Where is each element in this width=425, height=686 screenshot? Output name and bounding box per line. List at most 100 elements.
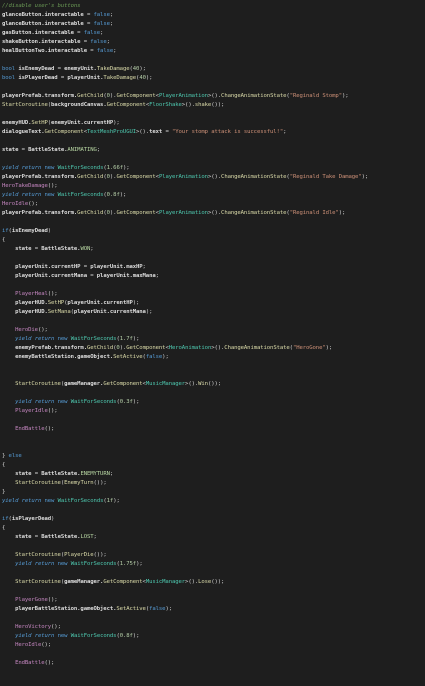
code-line[interactable]: //disable user's buttons: [0, 2, 425, 11]
code-token: SetMana: [47, 309, 71, 315]
code-line[interactable]: [0, 389, 425, 398]
code-line[interactable]: playerBattleStation.gameObject.SetActive…: [0, 605, 425, 614]
code-line[interactable]: [0, 443, 425, 452]
code-line[interactable]: HeroTakeDamage();: [0, 182, 425, 191]
code-line[interactable]: healButtonTwo.interactable = false;: [0, 47, 425, 56]
code-editor[interactable]: //disable user's buttons glanceButton.int…: [0, 0, 425, 686]
code-token: SetHP: [31, 120, 48, 126]
code-line[interactable]: StartCoroutine(EnemyTurn());: [0, 479, 425, 488]
code-line[interactable]: PlayerHeal();: [0, 290, 425, 299]
code-line[interactable]: [0, 614, 425, 623]
code-line[interactable]: [0, 650, 425, 659]
code-line[interactable]: state = BattleState.ENEMYTURN;: [0, 470, 425, 479]
code-line[interactable]: HeroDie();: [0, 326, 425, 335]
code-line[interactable]: playerPrefab.transform.GetChild(0).GetCo…: [0, 173, 425, 182]
code-token: ): [51, 516, 55, 522]
code-line[interactable]: glanceButton.interactable = false;: [0, 11, 425, 20]
code-line[interactable]: enemyBattleStation.gameObject.SetActive(…: [0, 353, 425, 362]
code-line[interactable]: [0, 434, 425, 443]
code-line[interactable]: StartCoroutine(gameManager.GetComponent<…: [0, 380, 425, 389]
code-line[interactable]: [0, 83, 425, 92]
code-line[interactable]: [0, 587, 425, 596]
code-line[interactable]: StartCoroutine(PlayerDie());: [0, 551, 425, 560]
code-line[interactable]: [0, 362, 425, 371]
code-line[interactable]: glanceButton.interactable = false;: [0, 20, 425, 29]
code-line[interactable]: [0, 218, 425, 227]
code-token: ChangeAnimationState: [221, 93, 287, 99]
code-token: 1.75f: [119, 561, 137, 567]
code-line[interactable]: yield return new WaitForSeconds(1.7f);: [0, 335, 425, 344]
code-token: FloorShake: [149, 102, 182, 108]
code-token: SetHP: [47, 300, 65, 306]
code-line[interactable]: EndBattle();: [0, 425, 425, 434]
code-line[interactable]: [0, 110, 425, 119]
code-line[interactable]: [0, 137, 425, 146]
code-token: new: [44, 498, 55, 504]
code-line[interactable]: } else: [0, 452, 425, 461]
code-line[interactable]: [0, 281, 425, 290]
code-line[interactable]: PlayerIdle();: [0, 407, 425, 416]
code-token: );: [165, 606, 172, 612]
code-token: WON: [80, 246, 91, 252]
code-token: TextMeshProUGUI: [86, 129, 137, 135]
code-token: ;: [283, 129, 287, 135]
code-line[interactable]: playerUnit.currentMana = playerUnit.maxM…: [0, 272, 425, 281]
code-line[interactable]: [0, 416, 425, 425]
code-token: false: [96, 48, 114, 54]
code-token: return: [21, 498, 42, 504]
code-line[interactable]: {: [0, 461, 425, 470]
code-line[interactable]: yield return new WaitForSeconds(1.75f);: [0, 560, 425, 569]
code-line[interactable]: yield return new WaitForSeconds(0.8f);: [0, 632, 425, 641]
code-line[interactable]: playerPrefab.transform.GetChild(0).GetCo…: [0, 209, 425, 218]
code-line[interactable]: [0, 155, 425, 164]
code-line[interactable]: HeroIdle();: [0, 200, 425, 209]
code-line[interactable]: if(isEnemyDead): [0, 227, 425, 236]
code-line[interactable]: bool isEnemyDead = enemyUnit.TakeDamage(…: [0, 65, 425, 74]
code-line[interactable]: yield return new WaitForSeconds(0.3f);: [0, 398, 425, 407]
code-token: =: [86, 273, 97, 279]
code-line[interactable]: playerHUD.SetMana(playerUnit.currentMana…: [0, 308, 425, 317]
code-line[interactable]: StartCoroutine(gameManager.GetComponent<…: [0, 578, 425, 587]
code-line[interactable]: gasButton.interactable = false;: [0, 29, 425, 38]
code-line[interactable]: [0, 56, 425, 65]
code-token: new: [57, 633, 68, 639]
code-line[interactable]: if(isPlayerDead): [0, 515, 425, 524]
code-line[interactable]: yield return new WaitForSeconds(0.8f);: [0, 191, 425, 200]
code-line[interactable]: [0, 506, 425, 515]
code-line[interactable]: HeroVictory();: [0, 623, 425, 632]
code-line[interactable]: EndBattle();: [0, 659, 425, 668]
code-line[interactable]: [0, 371, 425, 380]
code-token: =: [31, 471, 42, 477]
code-line[interactable]: HeroIdle();: [0, 641, 425, 650]
code-line[interactable]: shakeButton.interactable = false;: [0, 38, 425, 47]
code-line[interactable]: dialogueText.GetComponent<TextMeshProUGU…: [0, 128, 425, 137]
code-line[interactable]: bool isPlayerDead = playerUnit.TakeDamag…: [0, 74, 425, 83]
code-line[interactable]: playerHUD.SetHP(playerUnit.currentHP);: [0, 299, 425, 308]
code-line[interactable]: [0, 542, 425, 551]
code-line[interactable]: state = BattleState.WON;: [0, 245, 425, 254]
code-line[interactable]: playerUnit.currentHP = playerUnit.maxHP;: [0, 263, 425, 272]
code-line[interactable]: StartCoroutine(backgroundCanvas.GetCompo…: [0, 101, 425, 110]
code-line[interactable]: {: [0, 524, 425, 533]
code-line[interactable]: state = BattleState.LOST;: [0, 533, 425, 542]
code-line[interactable]: yield return new WaitForSeconds(1.66f);: [0, 164, 425, 173]
code-line[interactable]: [0, 569, 425, 578]
code-line[interactable]: [0, 254, 425, 263]
code-line[interactable]: playerPrefab.transform.GetChild(0).GetCo…: [0, 92, 425, 101]
code-line[interactable]: yield return new WaitForSeconds(1f);: [0, 497, 425, 506]
code-line[interactable]: [0, 317, 425, 326]
code-token: >().: [185, 579, 199, 585]
code-line[interactable]: enemyPrefab.transform.GetChild(0).GetCom…: [0, 344, 425, 353]
code-token: SetActive: [116, 606, 146, 612]
code-line[interactable]: enemyHUD.SetHP(enemyUnit.currentHP);: [0, 119, 425, 128]
code-line[interactable]: }: [0, 488, 425, 497]
code-token: Lose: [198, 579, 212, 585]
code-line[interactable]: {: [0, 236, 425, 245]
code-line[interactable]: state = BattleState.ANIMATING;: [0, 146, 425, 155]
code-line[interactable]: PlayerGone();: [0, 596, 425, 605]
code-token: false: [93, 12, 110, 18]
code-token: =: [83, 21, 94, 27]
